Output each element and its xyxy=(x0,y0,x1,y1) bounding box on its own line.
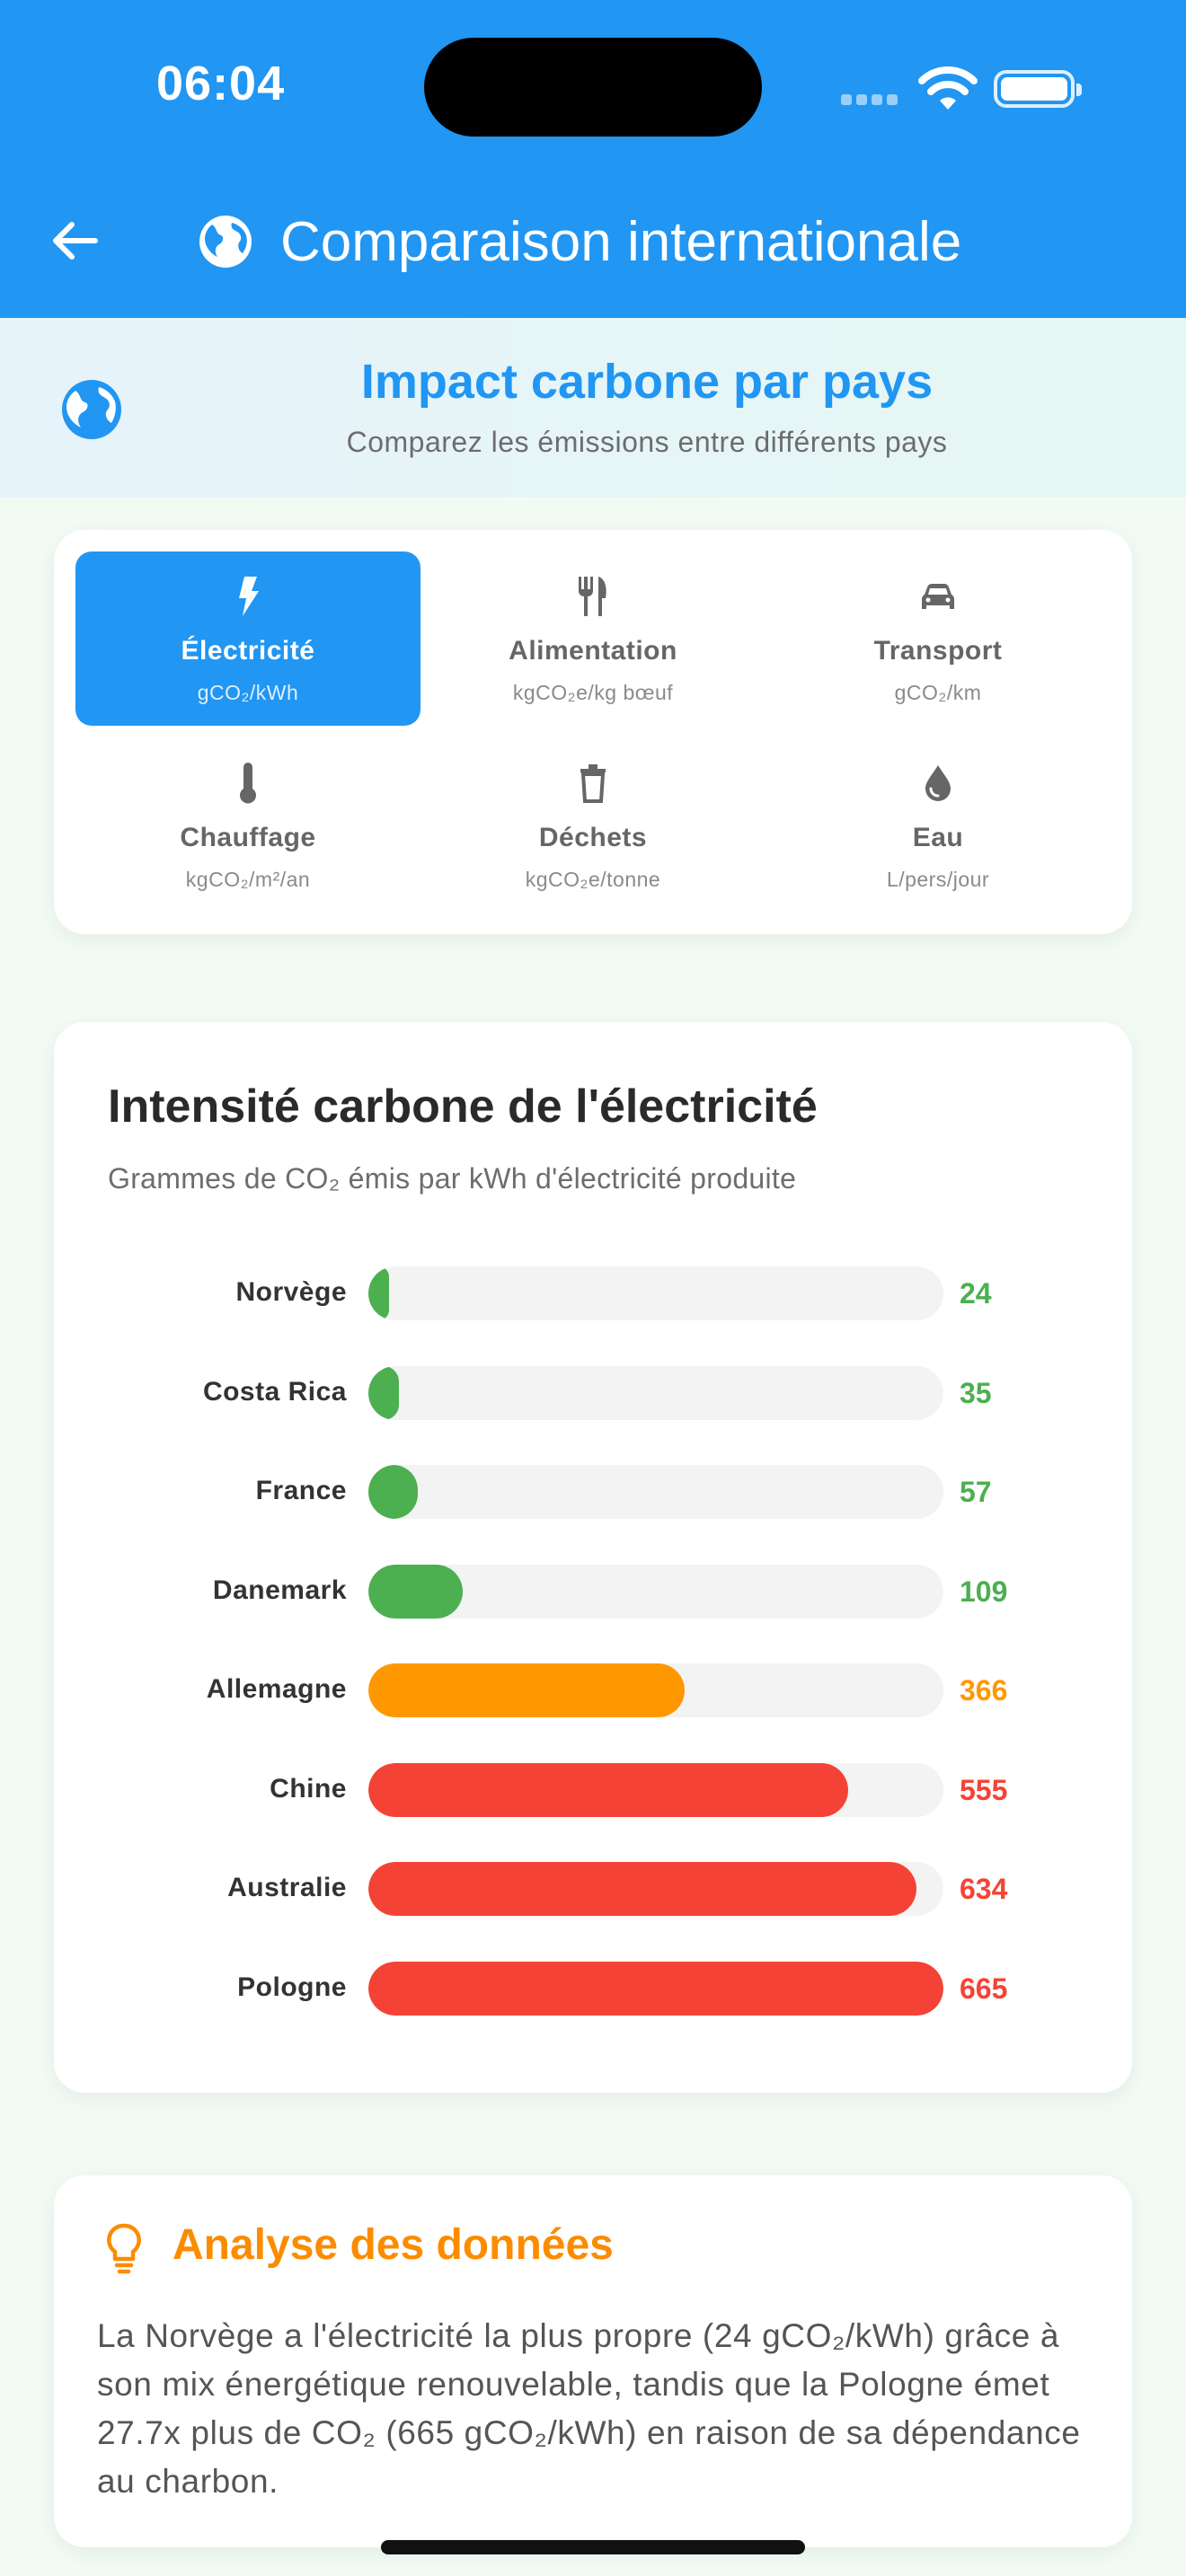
category-eau[interactable]: Eau L/pers/jour xyxy=(766,738,1111,913)
bar-value-label: 665 xyxy=(960,1972,1008,2005)
bar-row: Australie 634 xyxy=(54,1862,1132,1916)
battery-icon xyxy=(994,70,1082,108)
bar-row: France 57 xyxy=(54,1465,1132,1519)
bar xyxy=(368,1862,917,1916)
category-label: Chauffage xyxy=(180,823,316,852)
banner-subtitle: Comparez les émissions entre différents … xyxy=(346,426,948,458)
water-drop-icon xyxy=(925,765,951,801)
bar-row: Norvège 24 xyxy=(54,1266,1132,1320)
bar-track xyxy=(368,1365,943,1420)
bar-track xyxy=(368,1961,943,2016)
bar-value-label: 57 xyxy=(960,1476,992,1508)
bar-row: Danemark 109 xyxy=(54,1564,1132,1619)
back-arrow-icon[interactable] xyxy=(47,212,104,269)
trash-icon xyxy=(580,764,606,803)
category-unit: L/pers/jour xyxy=(886,868,990,891)
category-label: Déchets xyxy=(538,823,648,852)
bar-track xyxy=(368,1266,943,1320)
bar-label: Chine xyxy=(270,1773,347,1804)
bar-value-label: 634 xyxy=(960,1873,1008,1905)
dynamic-island xyxy=(424,38,762,137)
globe-icon xyxy=(199,216,252,268)
bar xyxy=(368,1266,390,1320)
bar xyxy=(368,1663,686,1717)
category-label: Transport xyxy=(873,636,1003,666)
signal-icon xyxy=(841,93,902,105)
intro-banner: Impact carbone par pays Comparez les émi… xyxy=(0,318,1186,498)
bar xyxy=(368,1961,943,2016)
status-time: 06:04 xyxy=(156,57,286,110)
bar-value-label: 35 xyxy=(960,1376,992,1409)
analysis-text: La Norvège a l'électricité la plus propr… xyxy=(97,2317,1081,2500)
analysis-card: Analyse des données La Norvège a l'élect… xyxy=(54,2175,1132,2547)
bar-value-label: 555 xyxy=(960,1773,1008,1806)
category-electricite[interactable]: Électricité gCO₂/kWh xyxy=(75,551,420,726)
bar-label: Norvège xyxy=(235,1277,347,1307)
bar xyxy=(368,1465,418,1519)
category-dechets[interactable]: Déchets kgCO₂e/tonne xyxy=(420,738,766,913)
fork-knife-icon xyxy=(579,577,606,616)
bar-label: Costa Rica xyxy=(202,1376,347,1407)
bar-track xyxy=(368,1663,943,1717)
lightbulb-icon xyxy=(107,2223,141,2274)
category-unit: gCO₂/km xyxy=(894,681,982,704)
category-alimentation[interactable]: Alimentation kgCO₂e/kg bœuf xyxy=(420,551,766,726)
chart-card: Intensité carbone de l'électricité Gramm… xyxy=(54,1022,1132,2093)
wifi-icon xyxy=(918,66,978,110)
bar-label: Australie xyxy=(227,1873,347,1902)
bar xyxy=(368,1564,463,1619)
bar xyxy=(368,1365,399,1420)
category-unit: kgCO₂/m²/an xyxy=(185,868,311,891)
bar-value-label: 24 xyxy=(960,1277,992,1310)
bar-row: Costa Rica 35 xyxy=(54,1365,1132,1420)
home-indicator[interactable] xyxy=(381,2540,805,2554)
bar-label: Danemark xyxy=(212,1575,347,1605)
category-label: Électricité xyxy=(181,636,315,666)
bar-value-label: 109 xyxy=(960,1575,1008,1608)
category-label: Alimentation xyxy=(509,636,677,666)
analysis-title: Analyse des données xyxy=(173,2221,614,2269)
bolt-icon xyxy=(239,577,259,616)
bar-label: Allemagne xyxy=(206,1674,347,1704)
category-transport[interactable]: Transport gCO₂/km xyxy=(766,551,1111,726)
page-title: Comparaison internationale xyxy=(280,211,962,273)
category-unit: kgCO₂e/kg bœuf xyxy=(512,681,674,704)
thermometer-icon xyxy=(240,763,256,804)
bar-track xyxy=(368,1465,943,1519)
bar-row: Allemagne 366 xyxy=(54,1663,1132,1717)
chart-title: Intensité carbone de l'électricité xyxy=(108,1081,818,1133)
bar-track xyxy=(368,1862,943,1916)
app-bar: 06:04 Comparaison internationale xyxy=(0,0,1186,318)
chart-subtitle: Grammes de CO₂ émis par kWh d'électricit… xyxy=(108,1162,797,1195)
category-selector: Électricité gCO₂/kWh Alimentation kgCO₂e… xyxy=(54,530,1132,934)
bar-label: France xyxy=(255,1476,347,1505)
category-label: Eau xyxy=(912,823,964,852)
bar-label: Pologne xyxy=(237,1972,347,2002)
bar-row: Pologne 665 xyxy=(54,1961,1132,2016)
bar-value-label: 366 xyxy=(960,1674,1008,1707)
bar-track xyxy=(368,1762,943,1817)
bar xyxy=(368,1762,849,1817)
bar-track xyxy=(368,1564,943,1619)
category-unit: kgCO₂e/tonne xyxy=(525,868,661,891)
bar-row: Chine 555 xyxy=(54,1762,1132,1817)
category-chauffage[interactable]: Chauffage kgCO₂/m²/an xyxy=(75,738,420,913)
category-unit: gCO₂/kWh xyxy=(197,681,299,704)
car-icon xyxy=(922,584,954,609)
banner-title: Impact carbone par pays xyxy=(360,355,934,409)
